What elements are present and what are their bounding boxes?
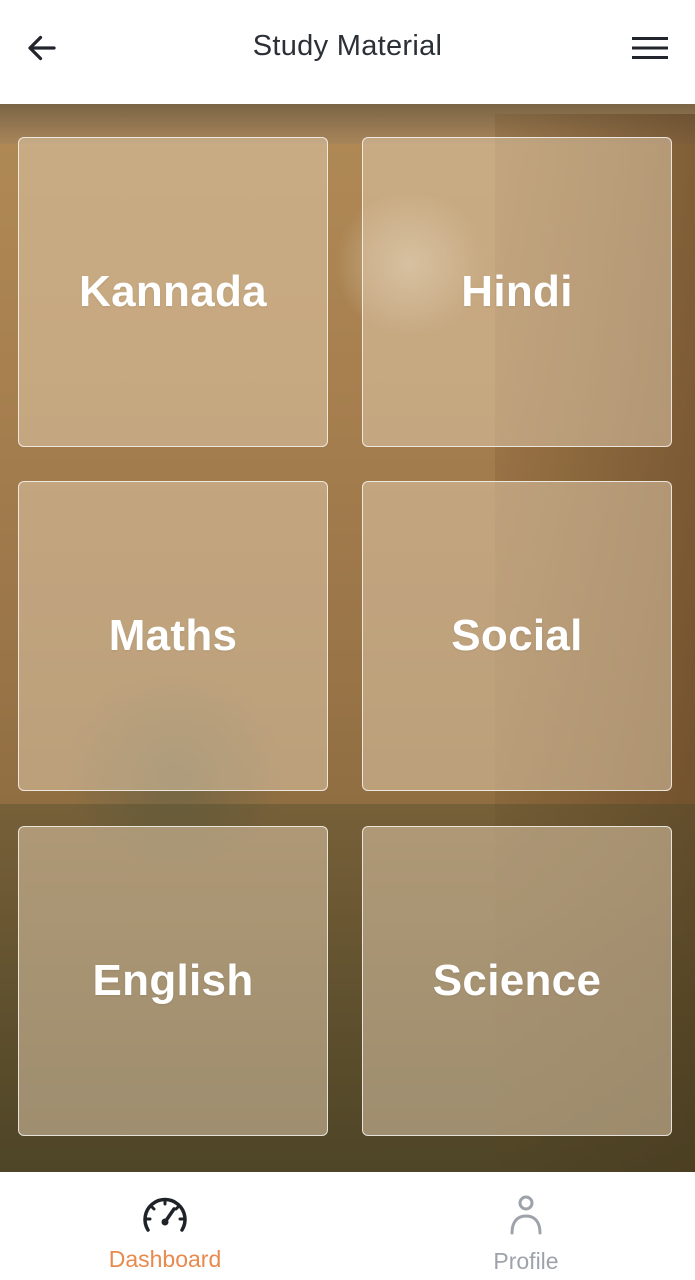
person-icon <box>501 1190 551 1240</box>
page-title: Study Material <box>252 30 443 62</box>
nav-item-dashboard[interactable]: Dashboard <box>65 1172 265 1280</box>
subject-label: Kannada <box>79 267 267 316</box>
subject-label: Hindi <box>461 267 573 316</box>
back-button[interactable] <box>22 28 62 68</box>
subject-label: English <box>92 956 254 1005</box>
subject-tile-kannada[interactable]: Kannada <box>18 137 328 447</box>
subject-tile-science[interactable]: Science <box>362 826 672 1136</box>
menu-button[interactable] <box>627 28 673 68</box>
bottom-navigation: Dashboard Profile <box>0 1172 695 1280</box>
subject-label: Science <box>432 956 602 1005</box>
subject-label: Social <box>451 611 583 660</box>
subject-tile-maths[interactable]: Maths <box>18 481 328 791</box>
hamburger-menu-icon <box>632 37 668 59</box>
subject-tile-hindi[interactable]: Hindi <box>362 137 672 447</box>
arrow-left-icon <box>28 35 56 61</box>
nav-label-dashboard: Dashboard <box>108 1246 222 1272</box>
subject-tile-english[interactable]: English <box>18 826 328 1136</box>
nav-item-profile[interactable]: Profile <box>426 1172 626 1280</box>
nav-label-profile: Profile <box>493 1248 559 1274</box>
app-bar: Study Material <box>0 0 695 104</box>
subject-tile-social[interactable]: Social <box>362 481 672 791</box>
subject-label: Maths <box>108 611 238 660</box>
speedometer-icon <box>140 1190 190 1240</box>
